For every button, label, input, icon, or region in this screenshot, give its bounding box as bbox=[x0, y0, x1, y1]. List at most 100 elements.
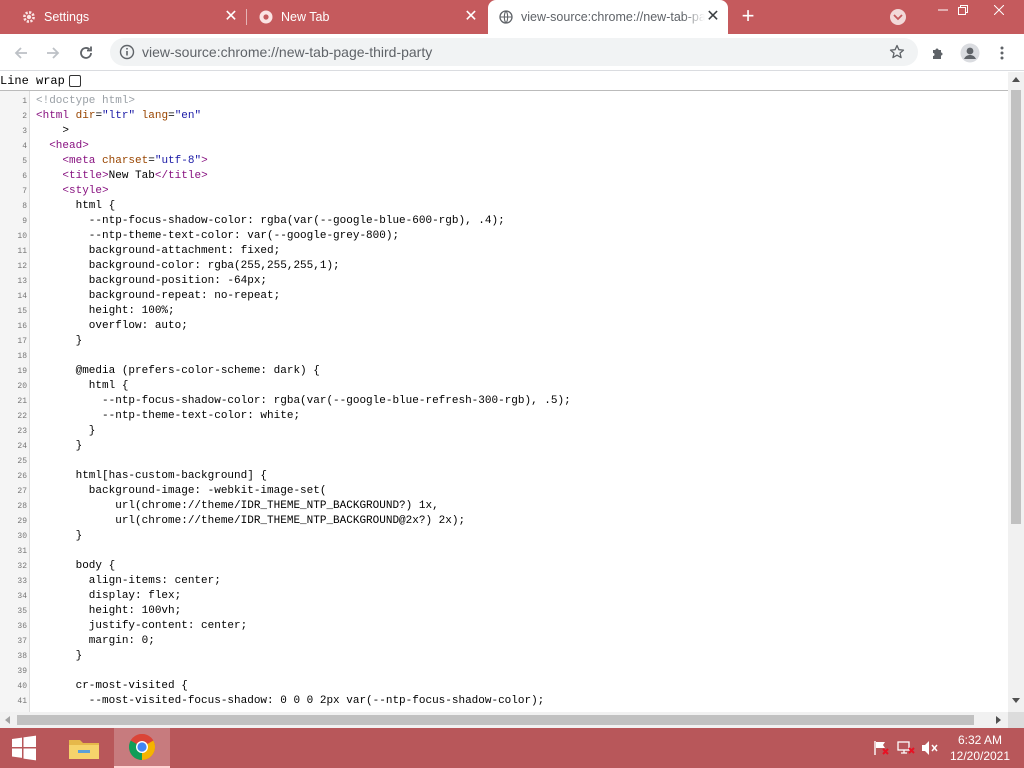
source-line: 40 cr-most-visited { bbox=[0, 679, 1008, 694]
source-line: 28 url(chrome://theme/IDR_THEME_NTP_BACK… bbox=[0, 499, 1008, 514]
close-tab-icon[interactable]: ✕ bbox=[705, 9, 721, 25]
line-wrap-label: Line wrap bbox=[0, 74, 65, 88]
source-code-text: --ntp-focus-shadow-color: rgba(var(--goo… bbox=[36, 215, 505, 227]
line-number: 38 bbox=[17, 652, 27, 661]
source-line: 25 bbox=[0, 454, 1008, 469]
line-number: 39 bbox=[17, 667, 27, 676]
horizontal-scroll-thumb[interactable] bbox=[17, 715, 974, 725]
source-code-text: } bbox=[36, 425, 96, 437]
puzzle-icon bbox=[933, 48, 943, 59]
restore-icon bbox=[958, 5, 968, 15]
line-number: 23 bbox=[17, 427, 27, 436]
profile-button[interactable] bbox=[957, 40, 983, 66]
source-code-text: <head> bbox=[49, 140, 89, 152]
new-tab-button[interactable]: + bbox=[736, 5, 760, 29]
bookmark-star-icon[interactable] bbox=[889, 44, 905, 60]
source-code-text: @media (prefers-color-scheme: dark) { bbox=[36, 365, 320, 377]
line-number: 11 bbox=[17, 247, 27, 256]
tab-view-source[interactable]: view-source:chrome://new-tab-page-third-… bbox=[488, 0, 728, 34]
horizontal-scrollbar[interactable] bbox=[0, 712, 1008, 728]
line-number: 29 bbox=[17, 517, 27, 526]
source-line: 41 --most-visited-focus-shadow: 0 0 0 2p… bbox=[0, 694, 1008, 709]
source-line: 22 --ntp-theme-text-color: white; bbox=[0, 409, 1008, 424]
source-code-text: background-image: -webkit-image-set( bbox=[36, 485, 327, 497]
vertical-scroll-thumb[interactable] bbox=[1011, 90, 1021, 524]
scroll-left-arrow-icon[interactable] bbox=[5, 716, 10, 724]
source-code-text: cr-most-visited { bbox=[36, 680, 188, 692]
line-wrap-checkbox[interactable] bbox=[68, 75, 81, 87]
system-clock[interactable]: 6:32 AM 12/20/2021 bbox=[944, 732, 1016, 764]
close-window-button[interactable] bbox=[982, 0, 1016, 20]
source-line: 32 body { bbox=[0, 559, 1008, 574]
file-explorer-app[interactable] bbox=[56, 728, 112, 768]
line-number: 14 bbox=[17, 292, 27, 301]
line-number: 28 bbox=[17, 502, 27, 511]
vertical-scrollbar[interactable] bbox=[1008, 72, 1024, 712]
reload-button[interactable] bbox=[73, 40, 99, 66]
source-code-text: <meta charset="utf-8"> bbox=[62, 155, 208, 167]
source-line: 17 } bbox=[0, 334, 1008, 349]
line-wrap-toggle[interactable]: Line wrap bbox=[0, 72, 81, 90]
windows-logo-icon bbox=[12, 735, 36, 761]
close-tab-icon[interactable]: ✕ bbox=[463, 9, 479, 25]
source-code-text: } bbox=[36, 335, 83, 347]
line-number: 40 bbox=[17, 682, 27, 691]
avatar-icon bbox=[960, 43, 980, 63]
source-code-text: --ntp-theme-text-color: var(--google-gre… bbox=[36, 230, 400, 242]
network-icon[interactable] bbox=[897, 740, 915, 756]
back-button[interactable] bbox=[8, 40, 34, 66]
source-code-text: } bbox=[36, 650, 83, 662]
address-bar[interactable]: view-source:chrome://new-tab-page-third-… bbox=[110, 38, 918, 66]
chrome-app[interactable] bbox=[114, 728, 170, 768]
line-number: 6 bbox=[22, 172, 27, 181]
source-line: 6 <title>New Tab</title> bbox=[0, 169, 1008, 184]
tab-title: New Tab bbox=[281, 10, 330, 24]
line-number: 7 bbox=[22, 187, 27, 196]
tab-new-tab[interactable]: New Tab ✕ bbox=[237, 0, 486, 34]
source-line: 33 align-items: center; bbox=[0, 574, 1008, 589]
page-content: Line wrap 1 <!doctype html> 2 <html dir="lt… bbox=[0, 72, 1024, 728]
url-text[interactable]: view-source:chrome://new-tab-page-third-… bbox=[142, 38, 432, 66]
scroll-down-arrow-icon[interactable] bbox=[1012, 698, 1020, 703]
source-line: 37 margin: 0; bbox=[0, 634, 1008, 649]
source-line: 11 background-attachment: fixed; bbox=[0, 244, 1008, 259]
scrollbar-corner bbox=[1008, 712, 1024, 728]
info-icon[interactable] bbox=[119, 44, 135, 60]
source-line: 1 <!doctype html> bbox=[0, 94, 1008, 109]
extensions-button[interactable] bbox=[925, 40, 951, 66]
chrome-logo-icon bbox=[128, 734, 156, 760]
source-code-text: html { bbox=[36, 380, 129, 392]
source-code-text: <!doctype html> bbox=[36, 95, 136, 107]
tab-search-button[interactable] bbox=[890, 9, 906, 25]
source-line: 13 background-position: -64px; bbox=[0, 274, 1008, 289]
source-code-text: html[has-custom-background] { bbox=[36, 470, 268, 482]
tab-strip: Settings ✕ New Tab ✕ view-source:chrome:… bbox=[0, 0, 1024, 34]
volume-muted-icon[interactable] bbox=[921, 740, 939, 756]
source-line: 16 overflow: auto; bbox=[0, 319, 1008, 334]
line-number: 18 bbox=[17, 352, 27, 361]
source-line: 3 > bbox=[0, 124, 1008, 139]
source-line: 10 --ntp-theme-text-color: var(--google-… bbox=[0, 229, 1008, 244]
source-line: 29 url(chrome://theme/IDR_THEME_NTP_BACK… bbox=[0, 514, 1008, 529]
source-code-text: html { bbox=[36, 200, 116, 212]
restore-button[interactable] bbox=[946, 0, 980, 20]
start-button[interactable] bbox=[0, 728, 48, 768]
menu-button[interactable] bbox=[989, 40, 1015, 66]
scroll-right-arrow-icon[interactable] bbox=[996, 716, 1001, 724]
tab-settings[interactable]: Settings ✕ bbox=[0, 0, 246, 34]
source-view: 1 <!doctype html> 2 <html dir="ltr" lang="e… bbox=[0, 90, 1008, 712]
browser-toolbar: view-source:chrome://new-tab-page-third-… bbox=[0, 34, 1024, 71]
folder-icon bbox=[69, 740, 99, 759]
close-icon bbox=[994, 5, 1004, 15]
source-code-text: <style> bbox=[62, 185, 109, 197]
source-line: 20 html { bbox=[0, 379, 1008, 394]
line-number: 3 bbox=[22, 127, 27, 136]
forward-button[interactable] bbox=[40, 40, 66, 66]
line-number: 32 bbox=[17, 562, 27, 571]
source-code-text: <title>New Tab</title> bbox=[62, 170, 208, 182]
action-center-flag-icon[interactable] bbox=[872, 740, 890, 756]
line-number: 17 bbox=[17, 337, 27, 346]
line-number: 24 bbox=[17, 442, 27, 451]
source-line: 19 @media (prefers-color-scheme: dark) { bbox=[0, 364, 1008, 379]
scroll-up-arrow-icon[interactable] bbox=[1012, 77, 1020, 82]
